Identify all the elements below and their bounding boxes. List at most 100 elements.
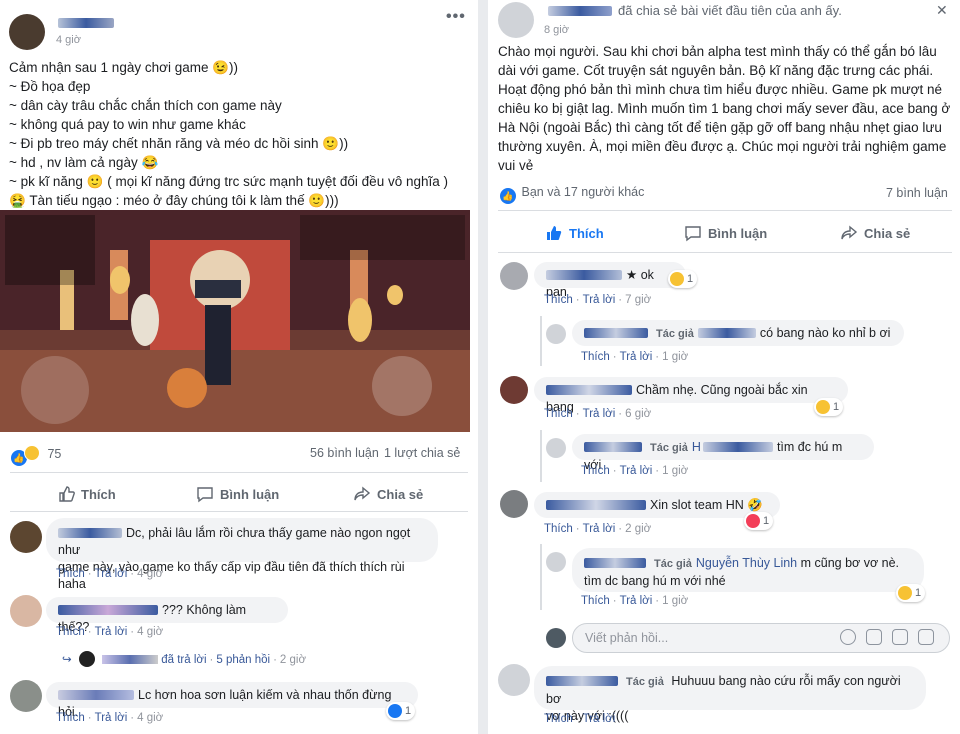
share-button[interactable]: Chia sẻ [840,224,910,242]
comment-reply-link[interactable]: Trả lời [95,626,128,638]
comment-reactions[interactable]: 1 [896,584,926,602]
comment-reply-link[interactable]: Trả lời [620,351,653,363]
commenter-avatar[interactable] [498,664,530,696]
reaction-summary[interactable]: 👍 Bạn và 17 người khác [500,185,644,204]
comment-like-link[interactable]: Thích [544,294,573,306]
comment-reply-link[interactable]: Trả lời [95,568,128,580]
comment-reply-link[interactable]: Trả lời [620,595,653,607]
replies-summary[interactable]: ↪ đã trả lời · 5 phản hồi · 2 giờ [62,651,306,667]
like-button[interactable]: Thích [57,485,116,503]
author-badge: Tác giả [626,676,664,688]
comment-icon [197,487,213,503]
comment-like-link[interactable]: Thích [544,523,573,535]
comment-actions: Thích · Trả lời · 2 giờ [544,523,652,535]
gif-icon[interactable] [892,629,908,645]
reply-actions: Thích · Trả lời · 1 giờ [581,351,689,363]
commenter-avatar[interactable] [10,680,42,712]
commenter-name[interactable] [58,528,122,538]
like-button[interactable]: Thích [545,224,604,242]
more-options-icon[interactable]: ••• [446,8,466,26]
comment-time[interactable]: 1 giờ [662,351,688,363]
author-avatar[interactable] [9,14,45,50]
comment-time[interactable]: 7 giờ [625,294,651,306]
comment-reply-link[interactable]: Trả lời [583,294,616,306]
mention-link[interactable]: Nguyễn Thùy Linh [696,556,797,570]
reply-placeholder: Viết phản hồi... [585,631,669,645]
replier-name[interactable] [584,442,642,452]
commenter-name[interactable] [546,385,632,395]
share-count[interactable]: 1 lượt chia sẻ [384,446,460,460]
sticker-icon[interactable] [918,629,934,645]
post-line: Hoạt động phó bản thì mình chưa tìm hiểu… [498,82,943,97]
author-avatar[interactable] [498,2,534,38]
comment-count[interactable]: 7 bình luận [886,186,948,200]
game-scene-graphic [0,210,470,432]
comment-time[interactable]: 4 giờ [137,568,163,580]
comment-reply-link[interactable]: Trả lời [583,523,616,535]
comment-like-link[interactable]: Thích [581,351,610,363]
comment-bubble: Chầm nhẹ. Cũng ngoài bắc xin bang [534,377,848,414]
comment-time[interactable]: 4 giờ [137,626,163,638]
comment-reply-link[interactable]: Trả lời [95,712,128,724]
comment-reactions[interactable]: 1 [386,702,416,720]
comment-like-link[interactable]: Thích [544,713,573,725]
commenter-name[interactable] [546,500,646,510]
commenter-avatar[interactable] [500,262,528,290]
reply-actions: Thích · Trả lời · 1 giờ [581,595,689,607]
comment-reactions[interactable]: 1 [814,398,844,416]
comment-reply-link[interactable]: Trả lời [583,408,616,420]
post-line: ~ Đồ họa đẹp [9,79,91,94]
post-text: Cảm nhận sau 1 ngày chơi game 😉)) ~ Đồ h… [9,58,448,210]
mentioned-name[interactable] [702,442,773,452]
comment-reactions[interactable]: 1 [668,270,698,288]
comment-time[interactable]: 1 giờ [662,595,688,607]
replier-avatar[interactable] [546,552,566,572]
comment-count[interactable]: 56 bình luận [310,446,379,460]
replier-avatar[interactable] [546,324,566,344]
commenter-name[interactable] [58,605,158,615]
post-time[interactable]: 4 giờ [56,34,81,46]
mentioned-name[interactable] [697,328,756,338]
camera-icon[interactable] [866,629,882,645]
commenter-avatar[interactable] [500,376,528,404]
comment-like-link[interactable]: Thích [544,408,573,420]
close-icon[interactable]: ✕ [936,2,948,19]
reaction-count: 1 [833,401,840,413]
commenter-avatar[interactable] [10,521,42,553]
share-button[interactable]: Chia sẻ [353,485,423,503]
emoji-icon[interactable] [840,629,856,645]
post-time[interactable]: 8 giờ [544,24,569,36]
reply-actions: Thích · Trả lời · 1 giờ [581,465,689,477]
comment-text: Xin slot team HN 🤣 [650,498,763,512]
author-name[interactable] [58,18,114,28]
comment-reactions[interactable]: 1 [744,512,774,530]
replier-avatar[interactable] [546,438,566,458]
game-screenshot-image[interactable] [0,210,470,432]
commenter-avatar[interactable] [10,595,42,627]
reply-bubble: Tác giả có bang nào ko nhỉ b ơi [572,320,904,346]
comment-button[interactable]: Bình luận [684,224,767,242]
reply-bubble: Tác giả Nguyễn Thùy Linh m cũng bơ vơ nè.… [572,548,924,592]
author-name[interactable] [548,6,612,16]
commenter-name[interactable] [546,270,622,280]
replier-name[interactable] [584,328,648,338]
comment-time[interactable]: 1 giờ [662,465,688,477]
comment-button[interactable]: Bình luận [196,485,279,503]
commenter-name[interactable] [546,676,618,686]
comment-time[interactable]: 2 giờ [625,523,651,535]
commenter-avatar[interactable] [500,490,528,518]
comment-like-link[interactable]: Thích [581,465,610,477]
commenter-name[interactable] [58,690,134,700]
reaction-summary[interactable]: 👍 75 [11,445,61,466]
mention-link[interactable]: H [692,440,701,454]
replier-name[interactable] [584,558,646,568]
comment-like-link[interactable]: Thích [56,568,85,580]
comment-like-link[interactable]: Thích [56,712,85,724]
comment-like-link[interactable]: Thích [581,595,610,607]
comment-time[interactable]: 4 giờ [137,712,163,724]
comment-reply-link[interactable]: Trả lời [583,713,616,725]
comment-reply-link[interactable]: Trả lời [620,465,653,477]
comment-icon [685,226,701,242]
comment-time[interactable]: 6 giờ [625,408,651,420]
comment-like-link[interactable]: Thích [56,626,85,638]
